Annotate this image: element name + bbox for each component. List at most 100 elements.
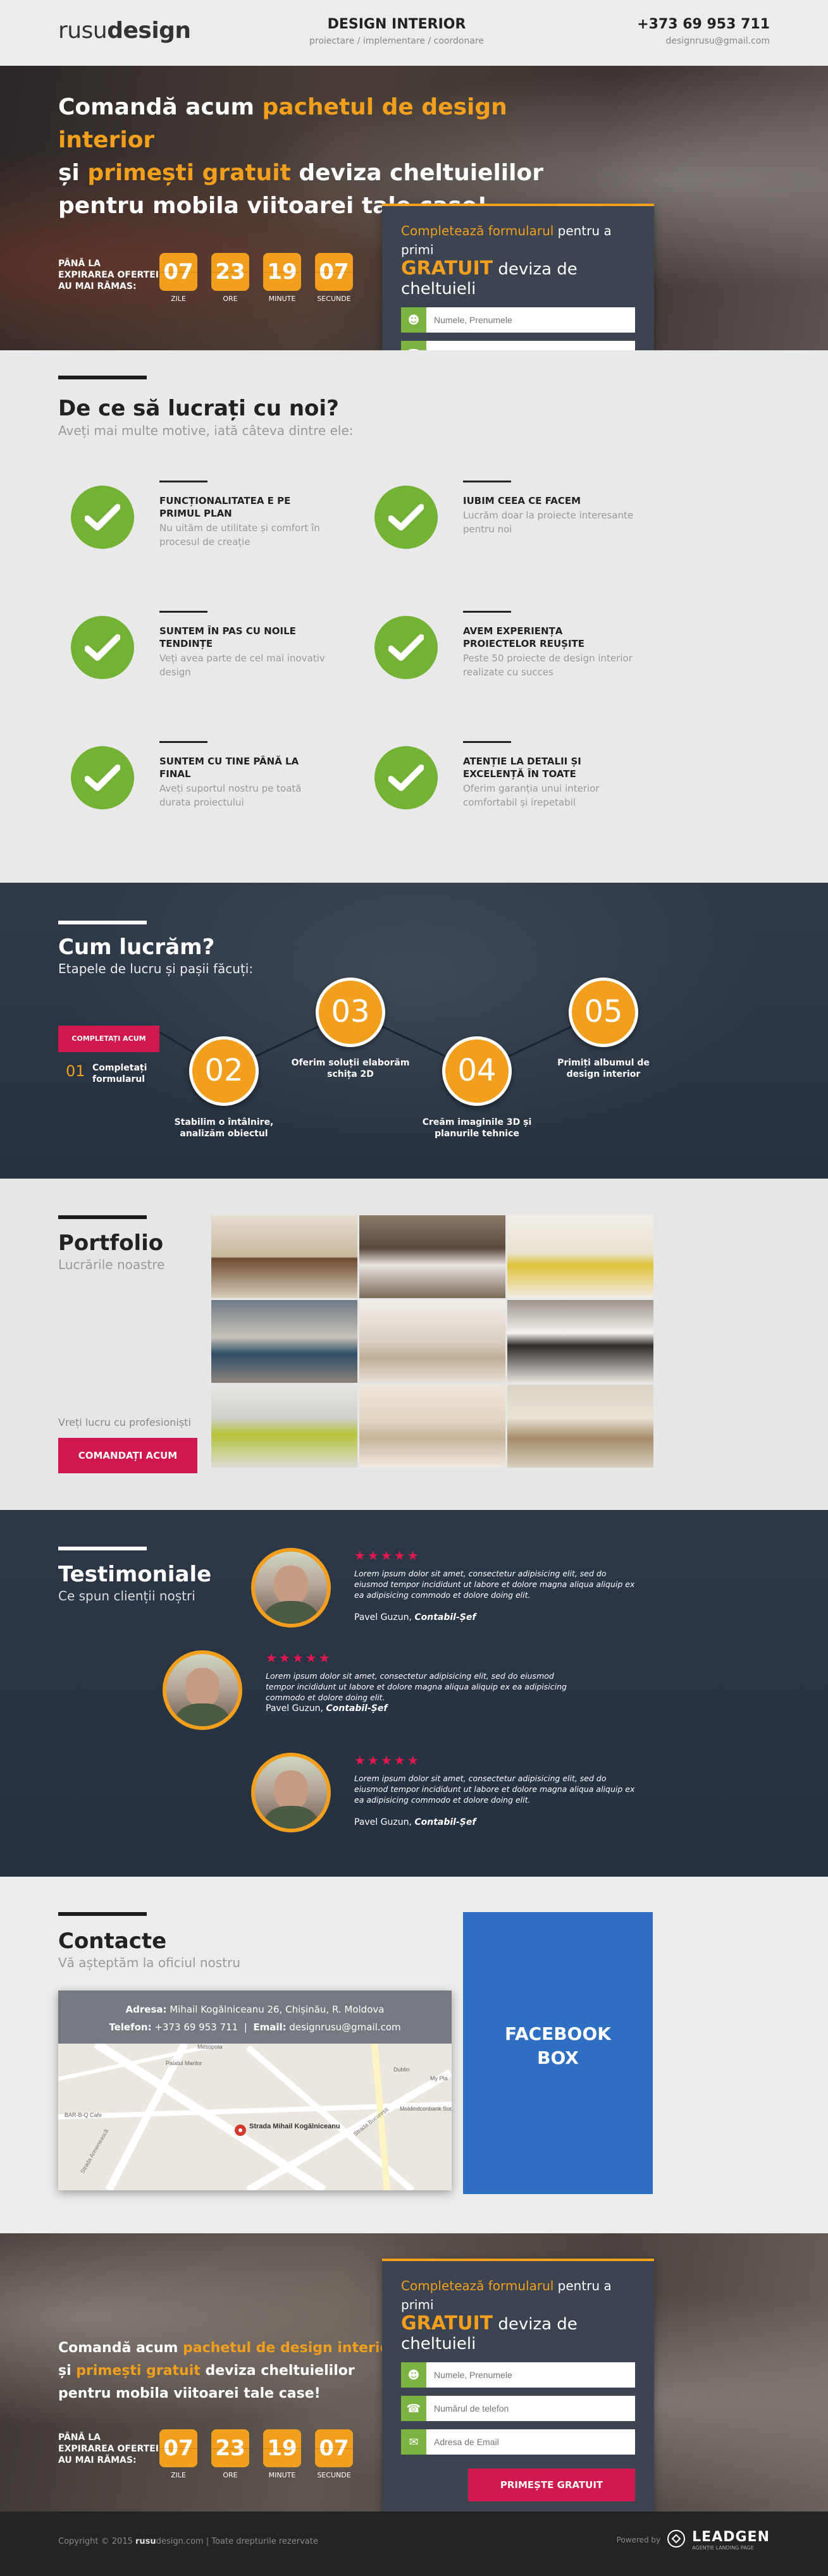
section-divider — [58, 1547, 147, 1550]
form-title: Completează formularul pentru a primi GR… — [401, 2276, 635, 2354]
phone-input[interactable] — [426, 2396, 635, 2421]
map-label: Mesopota — [197, 2044, 223, 2050]
feature-line — [159, 741, 207, 743]
section-divider — [58, 376, 147, 379]
step-label: Completați formularul — [92, 1063, 147, 1084]
form-title-free: GRATUIT — [401, 257, 493, 279]
feature-desc: Nu uităm de utilitate și comfort în proc… — [159, 522, 320, 548]
portfolio-cta-text: Vreți lucru cu profesioniști — [58, 1416, 191, 1428]
user-icon: ☻ — [401, 2362, 426, 2388]
portfolio-grid — [211, 1215, 653, 1468]
header-subtitle: proiectare / implementare / coordonare — [309, 36, 484, 46]
feature-item: SUNTEM CU TINE PÂNĂ LA FINAL Aveți supor… — [71, 741, 337, 830]
check-icon — [71, 616, 134, 679]
location-map[interactable]: Mesopota Palatul Marilor Dublin My Pla M… — [58, 1990, 452, 2190]
map-info-bar: Adresa: Mihail Kogălniceanu 26, Chișinău… — [58, 1990, 452, 2044]
site-footer: Copyright © 2015 rusudesign.com | Toate … — [0, 2512, 828, 2576]
name-input[interactable] — [426, 307, 635, 333]
feature-item: ATENȚIE LA DETALII ȘI EXCELENȚĂ ÎN TOATE… — [374, 741, 640, 830]
check-icon — [71, 746, 134, 809]
feature-item: IUBIM CEEA CE FACEM Lucrăm doar la proie… — [374, 481, 640, 569]
lead-form-bottom: Completează formularul pentru a primi GR… — [382, 2259, 654, 2518]
avatar — [163, 1650, 242, 1730]
email-label: Email: — [253, 2021, 287, 2033]
name-field: ☻ — [401, 307, 635, 333]
email-value[interactable]: designrusu@gmail.com — [287, 2021, 400, 2033]
author-role: Contabil-Șef — [414, 1612, 476, 1622]
map-label: Palatul Marilor — [166, 2060, 202, 2066]
header-tagline: DESIGN INTERIOR proiectare / implementar… — [292, 16, 501, 46]
feature-desc: Aveți suportul nostru pe toată durata pr… — [159, 783, 302, 808]
user-icon: ☻ — [401, 307, 426, 333]
timer-caption: SECUNDE — [317, 2471, 351, 2479]
check-icon — [374, 616, 438, 679]
site-header: rusudesign DESIGN INTERIOR proiectare / … — [0, 0, 828, 66]
section-divider — [58, 1215, 147, 1219]
timer-caption: MINUTE — [268, 295, 296, 303]
check-icon — [71, 486, 134, 549]
powered-by[interactable]: Powered by LEADGEN AGENȚIE LANDING PAGE — [617, 2529, 770, 2551]
timer-caption: MINUTE — [268, 2471, 296, 2479]
testimonial-author: Pavel Guzun, Contabil-Șef — [266, 1703, 387, 1714]
portfolio-image[interactable] — [359, 1215, 505, 1298]
timer-label: PÂNĂ LA EXPIRAREA OFERTEI AU MAI RĂMAS: — [58, 259, 159, 291]
email-field: ✉ — [401, 2429, 635, 2455]
rating-stars: ★★★★★ — [354, 1753, 421, 1768]
feature-item: SUNTEM ÎN PAS CU NOILE TENDINȚE Veți ave… — [71, 611, 337, 699]
footer-brand: rusu — [135, 2537, 156, 2546]
hero-text: și — [58, 2363, 77, 2379]
timer-caption: ZILE — [171, 2471, 186, 2479]
author-name: Pavel Guzun, — [354, 1612, 415, 1622]
portfolio-image[interactable] — [507, 1215, 653, 1298]
map-pin-label: Strada Mihail Kogălniceanu — [249, 2123, 340, 2130]
testimonial-quote: Lorem ipsum dolor sit amet, consectetur … — [354, 1569, 635, 1600]
portfolio-image[interactable] — [359, 1300, 505, 1383]
leadgen-logo-icon — [667, 2529, 686, 2551]
portfolio-image[interactable] — [211, 1300, 357, 1383]
name-input[interactable] — [426, 2362, 635, 2388]
contact-line: Telefon: +373 69 953 711 | Email: design… — [109, 2021, 401, 2033]
timer-hours: 23 ORE — [211, 2429, 249, 2479]
email-input[interactable] — [426, 2429, 635, 2455]
portfolio-image[interactable] — [507, 1385, 653, 1468]
portfolio-image[interactable] — [211, 1385, 357, 1468]
timer-value: 07 — [159, 253, 197, 291]
phone-value[interactable]: +373 69 953 711 — [152, 2021, 238, 2033]
step-circle: 03 — [316, 978, 385, 1047]
feature-desc: Oferim garanția unui interior comfortabi… — [463, 783, 600, 808]
section-divider — [58, 1912, 147, 1916]
timer-seconds: 07 SECUNDE — [315, 2429, 353, 2479]
feature-title: SUNTEM CU TINE PÂNĂ LA FINAL — [159, 756, 299, 780]
logo[interactable]: rusudesign — [58, 18, 191, 44]
step-label: Oferim soluții elaborăm schița 2D — [291, 1058, 410, 1079]
timer-value: 23 — [211, 2429, 249, 2467]
timer-minutes: 19 MINUTE — [263, 2429, 301, 2479]
phone-label: Telefon: — [109, 2021, 152, 2033]
feature-desc: Lucrăm doar la proiecte interesante pent… — [463, 510, 634, 535]
step-label: Primiți albumul de design interior — [557, 1058, 650, 1079]
header-email[interactable]: designrusu@gmail.com — [637, 36, 770, 46]
address-line: Adresa: Mihail Kogălniceanu 26, Chișinău… — [58, 2001, 452, 2018]
feature-title: SUNTEM ÎN PAS CU NOILE TENDINȚE — [159, 625, 296, 649]
hero-highlight: primești gratuit — [87, 160, 291, 186]
testimonials-section: Testimoniale Ce spun clienții noștri ★★★… — [0, 1510, 828, 1877]
author-role: Contabil-Șef — [414, 1817, 476, 1827]
feature-line — [463, 481, 511, 482]
logo-bold-text: design — [107, 18, 191, 44]
testimonial-quote: Lorem ipsum dolor sit amet, consectetur … — [266, 1671, 567, 1702]
phone-field: ☎ — [401, 2396, 635, 2421]
portfolio-image[interactable] — [359, 1385, 505, 1468]
hero-text: și — [58, 160, 88, 186]
portfolio-image[interactable] — [211, 1215, 357, 1298]
complete-now-button[interactable]: COMPLETAȚI ACUM — [58, 1026, 159, 1052]
portfolio-image[interactable] — [507, 1300, 653, 1383]
bottom-cta-section: Comandă acum pachetul de design interior… — [0, 2233, 828, 2518]
order-now-button[interactable]: COMANDAȚI ACUM — [58, 1438, 197, 1473]
timer-minutes: 19 MINUTE — [263, 253, 301, 303]
header-phone[interactable]: +373 69 953 711 — [637, 16, 770, 32]
hero-text: Comandă acum — [58, 94, 263, 120]
feature-title: ATENȚIE LA DETALII ȘI EXCELENȚĂ ÎN TOATE — [463, 756, 581, 780]
facebook-box[interactable]: FACEBOOK BOX — [463, 1912, 653, 2194]
submit-button[interactable]: PRIMEȘTE GRATUIT — [468, 2469, 635, 2501]
timer-days: 07 ZILE — [159, 253, 197, 303]
